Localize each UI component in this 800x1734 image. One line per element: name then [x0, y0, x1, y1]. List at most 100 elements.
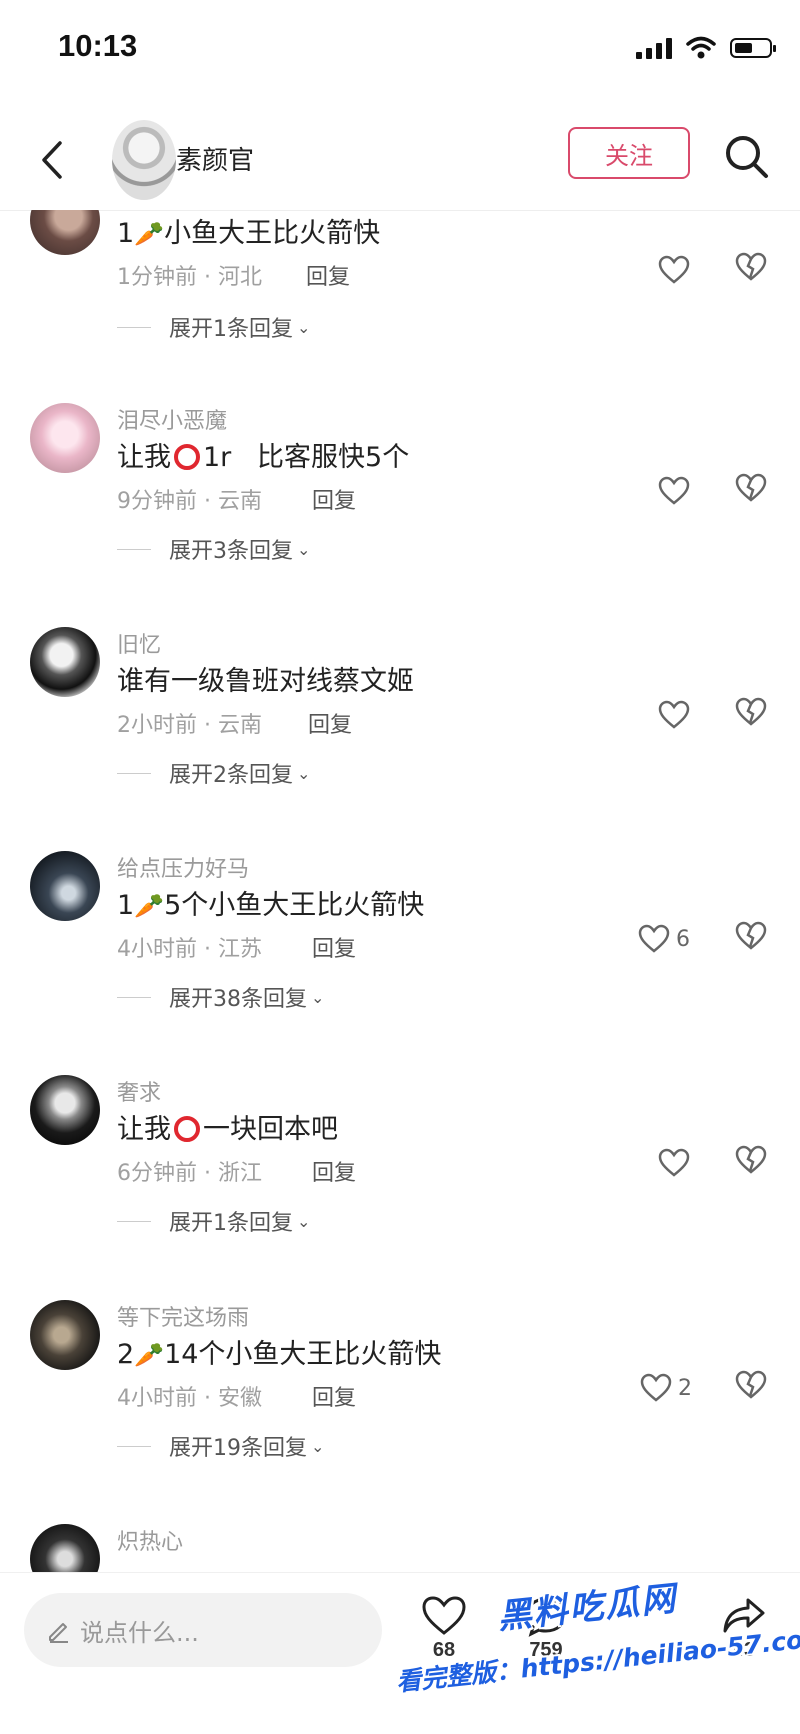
comment-text: 谁有一级鲁班对线蔡文姬: [117, 666, 414, 697]
expand-replies[interactable]: 展开19条回复 ⌄: [117, 1430, 324, 1462]
like-count: 2: [678, 1375, 692, 1401]
wifi-icon: [686, 36, 716, 59]
signal-icon: [636, 37, 672, 59]
follow-button[interactable]: 关注: [568, 127, 690, 179]
chevron-down-icon: ⌄: [311, 1436, 325, 1456]
author-avatar[interactable]: [112, 120, 176, 200]
carrot-icon: 🥕: [134, 1341, 165, 1369]
share-icon: [723, 1598, 765, 1633]
reply-button[interactable]: 回复: [308, 707, 352, 739]
battery-icon: [730, 38, 776, 58]
comment-meta: 1分钟前 · 河北: [117, 265, 262, 290]
dislike-button[interactable]: [734, 921, 770, 957]
comment-action[interactable]: 759: [506, 1595, 586, 1662]
avatar[interactable]: [30, 627, 100, 697]
avatar[interactable]: [30, 403, 100, 473]
heart-icon: [422, 1596, 466, 1635]
broken-heart-icon: [735, 252, 767, 281]
like-count: 68: [432, 1639, 456, 1661]
red-circle-icon: [174, 1116, 200, 1142]
comment-item: 等下完这场雨 2🥕14个小鱼大王比火箭快 4小时前 · 安徽 回复 展开19条回…: [0, 1300, 800, 1524]
carrot-icon: 🥕: [134, 220, 165, 248]
comment-list: yuki 1🥕小鱼大王比火箭快 1分钟前 · 河北 回复 展开1条回复⌄ 泪尽小…: [0, 210, 800, 1572]
avatar[interactable]: [30, 1075, 100, 1145]
reply-button[interactable]: 回复: [312, 483, 356, 515]
chevron-down-icon: ⌄: [311, 987, 325, 1007]
expand-replies[interactable]: 展开2条回复 ⌄: [117, 757, 310, 789]
status-bar: 10:13: [0, 0, 800, 95]
comment-username[interactable]: 炽热心: [117, 1524, 183, 1556]
dislike-button[interactable]: [734, 697, 770, 733]
comment-meta: 4小时前 · 安徽: [117, 1386, 262, 1411]
like-action[interactable]: 68: [404, 1595, 484, 1662]
comment-item: 给点压力好马 1🥕5个小鱼大王比火箭快 4小时前 · 江苏 回复 展开38条回复…: [0, 851, 800, 1075]
expand-replies[interactable]: 展开1条回复 ⌄: [117, 1205, 310, 1237]
like-count: 6: [676, 926, 690, 952]
comment-meta: 6分钟前 · 浙江: [117, 1161, 262, 1186]
bottom-bar: 说点什么... 68 759 43: [0, 1572, 800, 1734]
like-button[interactable]: [658, 473, 696, 509]
avatar[interactable]: [30, 1300, 100, 1370]
broken-heart-icon: [735, 697, 767, 726]
comment-meta: 2小时前 · 云南: [117, 713, 262, 738]
comment-icon: [525, 1597, 567, 1637]
comment-username[interactable]: 给点压力好马: [117, 851, 249, 883]
comment-text: 2🥕14个小鱼大王比火箭快: [117, 1339, 442, 1370]
like-button[interactable]: [658, 697, 696, 733]
reply-button[interactable]: 回复: [312, 931, 356, 963]
chevron-left-icon: [42, 141, 62, 179]
red-circle-icon: [174, 444, 200, 470]
avatar[interactable]: [30, 1524, 100, 1572]
share-action[interactable]: 43: [704, 1595, 784, 1662]
comment-text: 1🥕5个小鱼大王比火箭快: [117, 890, 425, 921]
broken-heart-icon: [735, 921, 767, 950]
header: 素颜官 关注: [0, 110, 800, 211]
heart-icon: [658, 255, 690, 284]
reply-button[interactable]: 回复: [306, 259, 350, 291]
comment-username[interactable]: 等下完这场雨: [117, 1300, 249, 1332]
comment-item: 炽热心: [0, 1524, 800, 1572]
heart-icon: [638, 924, 670, 953]
comment-item: 旧忆 谁有一级鲁班对线蔡文姬 2小时前 · 云南 回复 展开2条回复 ⌄: [0, 627, 800, 851]
input-placeholder: 说点什么...: [80, 1618, 199, 1647]
back-button[interactable]: [30, 130, 74, 190]
status-icons: [636, 36, 776, 60]
dislike-button[interactable]: [734, 1145, 770, 1181]
comment-item: 奢求 让我 一块回本吧 6分钟前 · 浙江 回复 展开1条回复 ⌄: [0, 1075, 800, 1299]
comment-username[interactable]: 旧忆: [117, 627, 161, 659]
heart-icon: [640, 1373, 672, 1402]
expand-replies[interactable]: 展开1条回复 ⌄: [117, 311, 310, 343]
dislike-button[interactable]: [734, 252, 770, 288]
divider: [117, 326, 151, 328]
comment-username[interactable]: 奢求: [117, 1075, 161, 1107]
reply-button[interactable]: 回复: [312, 1380, 356, 1412]
comment-username[interactable]: 泪尽小恶魔: [117, 403, 227, 435]
like-button[interactable]: 2: [640, 1370, 692, 1406]
author-name[interactable]: 素颜官: [176, 140, 254, 177]
comment-text: 让我 一块回本吧: [117, 1114, 338, 1145]
dislike-button[interactable]: [734, 473, 770, 509]
chevron-down-icon: ⌄: [297, 1211, 311, 1231]
divider: [117, 772, 151, 774]
expand-replies[interactable]: 展开38条回复 ⌄: [117, 981, 324, 1013]
comment-text: 让我 1r 比客服快5个: [117, 442, 410, 473]
expand-replies[interactable]: 展开3条回复 ⌄: [117, 533, 310, 565]
carrot-icon: 🥕: [134, 892, 165, 920]
dislike-button[interactable]: [734, 1370, 770, 1406]
comment-count: 759: [529, 1639, 563, 1661]
comment-input[interactable]: 说点什么...: [24, 1593, 382, 1667]
divider: [117, 1220, 151, 1222]
avatar[interactable]: [30, 210, 100, 255]
like-button[interactable]: [658, 1145, 696, 1181]
comment-item: yuki 1🥕小鱼大王比火箭快 1分钟前 · 河北 回复 展开1条回复⌄: [0, 210, 800, 404]
status-time: 10:13: [58, 28, 138, 63]
broken-heart-icon: [735, 1145, 767, 1174]
search-button[interactable]: [722, 132, 772, 182]
like-button[interactable]: 6: [638, 921, 690, 957]
avatar[interactable]: [30, 851, 100, 921]
broken-heart-icon: [735, 1370, 767, 1399]
divider: [117, 996, 151, 998]
divider: [117, 548, 151, 550]
like-button[interactable]: [658, 252, 696, 288]
reply-button[interactable]: 回复: [312, 1155, 356, 1187]
